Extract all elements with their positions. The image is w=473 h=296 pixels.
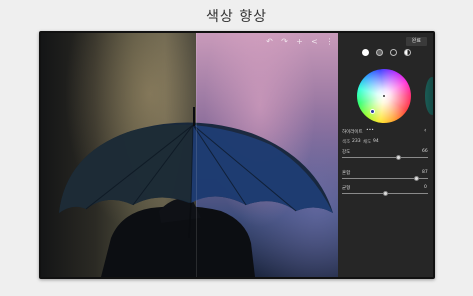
umbrella-figure	[59, 107, 333, 277]
next-wheel-preview[interactable]	[425, 77, 433, 115]
page-title: 색상 향상	[206, 9, 267, 25]
strength-value: 66	[422, 149, 428, 154]
strength-label: 강도	[342, 150, 351, 155]
redo-icon[interactable]: ↷	[280, 37, 289, 46]
add-icon[interactable]: +	[295, 37, 304, 46]
highlight-mode-icon[interactable]	[362, 49, 369, 56]
wheel-center-icon	[383, 95, 385, 97]
photo-toolbar: ↶ ↷ + < ⋮	[265, 37, 334, 46]
range-selector	[362, 49, 411, 56]
hue-label: 색조	[342, 140, 351, 145]
share-icon[interactable]: <	[310, 37, 319, 46]
blend-slider-thumb[interactable]	[414, 176, 420, 181]
balance-slider-thumb[interactable]	[382, 191, 388, 196]
undo-icon[interactable]: ↶	[265, 37, 274, 46]
blend-value: 87	[422, 170, 428, 175]
done-button[interactable]: 완료	[405, 37, 427, 46]
strength-slider[interactable]	[342, 157, 428, 158]
photo-preview[interactable]: ↶ ↷ + < ⋮	[41, 33, 338, 277]
shadow-mode-icon[interactable]	[390, 49, 397, 56]
saturation-value: 94	[373, 139, 379, 144]
compare-divider[interactable]	[196, 33, 197, 277]
global-mode-icon[interactable]	[404, 49, 411, 56]
hue-value: 233	[352, 139, 361, 144]
color-wheel[interactable]	[357, 69, 411, 123]
balance-label: 균형	[342, 186, 351, 191]
section-label: 하이라이트	[342, 130, 363, 135]
saturation-label: 채도	[363, 140, 372, 145]
blend-label: 혼합	[342, 171, 351, 176]
collapse-chevron-icon[interactable]: ‹	[424, 127, 426, 134]
strength-slider-thumb[interactable]	[396, 155, 402, 160]
section-more-icon[interactable]: •••	[366, 128, 374, 133]
wheel-handle[interactable]	[370, 109, 375, 114]
midtone-mode-icon[interactable]	[376, 49, 383, 56]
adjustment-panel: 완료 하이라이트 ••• ‹ 색조 233 채도 94 강도 66 혼합 87 …	[338, 33, 433, 277]
balance-value: 0	[424, 185, 427, 190]
more-icon[interactable]: ⋮	[325, 37, 334, 46]
